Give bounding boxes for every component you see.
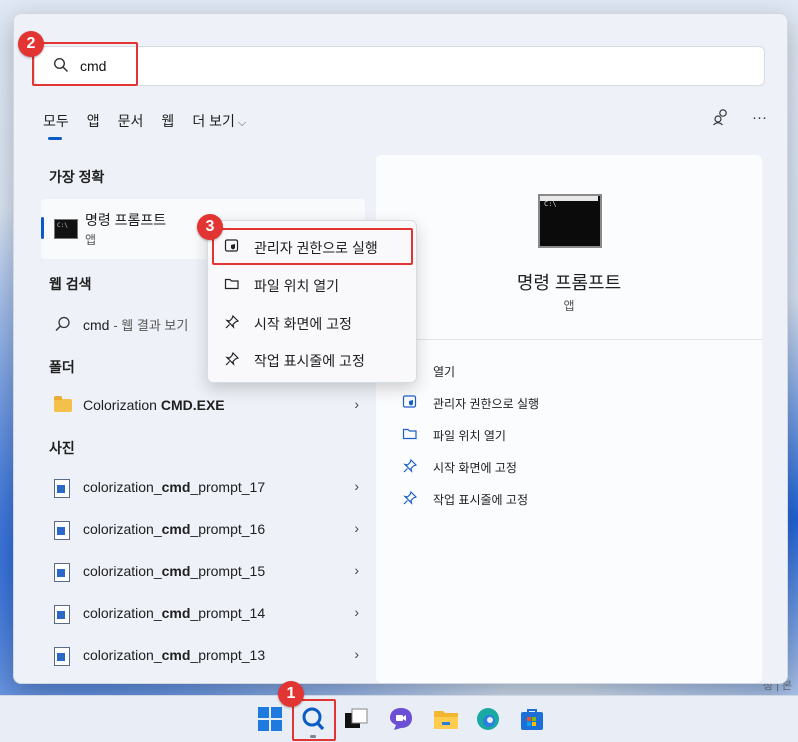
- tab-web[interactable]: 웹: [152, 110, 183, 132]
- folder-result-item[interactable]: Colorization CMD.EXE ›: [41, 388, 365, 424]
- chat-button[interactable]: [388, 706, 414, 732]
- pin-icon: [403, 458, 418, 473]
- step-badge-1: 1: [278, 681, 304, 707]
- panel-toolbar: ···: [712, 108, 767, 126]
- task-view-button[interactable]: [343, 706, 369, 732]
- highlight-run-as-admin: [212, 228, 413, 265]
- photo-result-item[interactable]: colorization_cmd_prompt_16 ›: [41, 512, 365, 548]
- file-explorer-icon: [434, 711, 458, 729]
- chevron-right-icon[interactable]: ›: [354, 396, 359, 412]
- step-badge-2: 2: [18, 31, 44, 57]
- search-box[interactable]: cmd: [34, 46, 765, 86]
- tab-apps[interactable]: 앱: [78, 110, 109, 132]
- highlight-taskbar-search: [292, 699, 336, 741]
- image-file-icon: [54, 605, 70, 624]
- taskbar: [0, 695, 798, 742]
- detail-subtitle: 앱: [563, 299, 575, 313]
- detail-pane: C:\ 명령 프롬프트 앱 열기 관리자 권한으로 실행 파일 위치 열기 시작…: [376, 155, 762, 683]
- menu-item-pin-to-taskbar[interactable]: 작업 표시줄에 고정: [214, 342, 410, 376]
- section-web-search: 웹 검색: [49, 276, 92, 292]
- photo-result-item[interactable]: colorization_cmd_prompt_15 ›: [41, 554, 365, 590]
- image-file-icon: [54, 479, 70, 498]
- chevron-right-icon[interactable]: ›: [354, 520, 359, 536]
- pin-icon: [403, 490, 418, 505]
- section-best-match: 가장 정확: [49, 169, 105, 185]
- photo-result-item[interactable]: colorization_cmd_prompt_17 ›: [41, 470, 365, 506]
- chevron-right-icon[interactable]: ›: [354, 478, 359, 494]
- pin-icon: [225, 351, 240, 366]
- chevron-right-icon[interactable]: ›: [354, 604, 359, 620]
- chevron-down-icon: ⌵: [237, 117, 247, 129]
- folder-result-label: Colorization CMD.EXE: [83, 397, 225, 413]
- chat-icon: [390, 708, 412, 730]
- detail-title: 명령 프롬프트: [516, 273, 622, 293]
- tab-more[interactable]: 더 보기 ⌵: [183, 110, 255, 132]
- menu-item-pin-to-start[interactable]: 시작 화면에 고정: [214, 305, 410, 339]
- folder-open-icon: [402, 428, 417, 440]
- step-badge-3: 3: [197, 214, 223, 240]
- folder-open-icon: [224, 278, 239, 290]
- chevron-right-icon[interactable]: ›: [354, 562, 359, 578]
- cmd-app-icon: C:\: [538, 194, 602, 248]
- tab-documents[interactable]: 문서: [109, 110, 153, 132]
- photo-result-item[interactable]: colorization_cmd_prompt_14 ›: [41, 596, 365, 632]
- folder-icon: [54, 396, 72, 412]
- edge-icon: [477, 708, 499, 730]
- start-button[interactable]: [257, 706, 283, 732]
- image-file-icon: [54, 563, 70, 582]
- more-options-icon[interactable]: ···: [752, 109, 767, 126]
- image-file-icon: [54, 647, 70, 666]
- image-file-icon: [54, 521, 70, 540]
- photo-result-item[interactable]: colorization_cmd_prompt_13 ›: [41, 638, 365, 674]
- selection-indicator: [41, 217, 44, 239]
- best-match-subtitle: 앱: [85, 233, 97, 247]
- chevron-right-icon[interactable]: ›: [354, 646, 359, 662]
- filter-tabs: 모두 앱 문서 웹 더 보기 ⌵: [34, 110, 255, 142]
- windows-logo-icon: [258, 707, 282, 731]
- divider: [376, 339, 762, 340]
- pin-icon: [225, 314, 240, 329]
- section-photos: 사진: [49, 440, 75, 456]
- tab-all[interactable]: 모두: [34, 110, 78, 140]
- file-explorer-button[interactable]: [433, 706, 459, 732]
- shield-icon: [402, 395, 417, 408]
- edge-browser-button[interactable]: [475, 706, 501, 732]
- web-result-label: cmd - 웹 결과 보기: [83, 317, 189, 333]
- highlight-search-box: [32, 42, 138, 86]
- task-view-icon: [345, 708, 368, 728]
- menu-item-open-file-location[interactable]: 파일 위치 열기: [214, 267, 410, 301]
- cmd-app-icon: C:\: [54, 219, 78, 239]
- account-switch-icon[interactable]: [712, 108, 730, 126]
- section-folders: 폴더: [49, 359, 75, 375]
- best-match-title: 명령 프롬프트: [85, 212, 167, 228]
- microsoft-store-button[interactable]: [519, 706, 545, 732]
- search-icon: [55, 316, 70, 331]
- store-icon: [521, 709, 543, 730]
